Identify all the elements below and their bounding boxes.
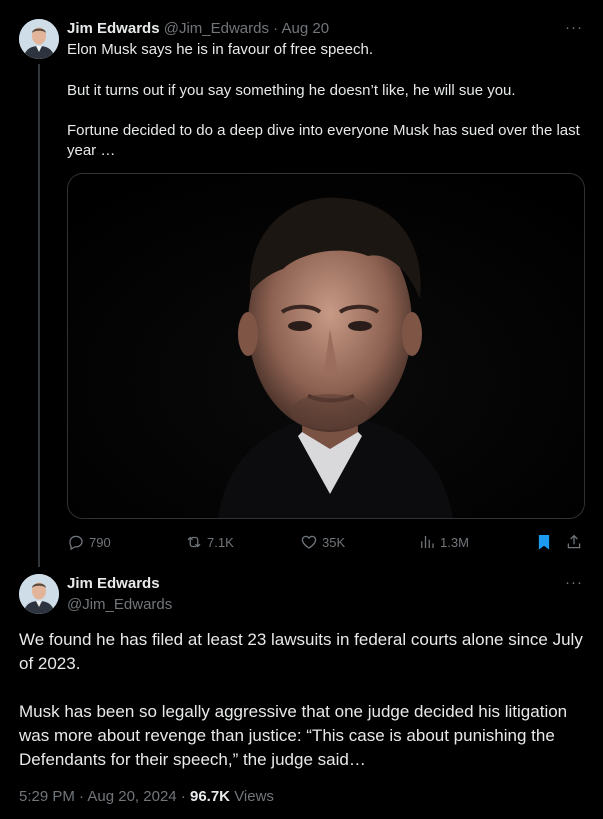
views-label: Views (234, 788, 274, 805)
repost-button[interactable]: 7.1K (185, 531, 234, 553)
repost-icon (187, 536, 201, 548)
views-total: 96.7K (189, 788, 231, 805)
author-avatar[interactable] (19, 19, 59, 59)
author-avatar[interactable] (19, 574, 59, 614)
like-icon (301, 535, 317, 549)
meta-separator: · (180, 788, 186, 805)
more-options-button[interactable]: ··· (565, 18, 583, 38)
tweet-text-paragraph: Musk has been so legally aggressive that… (19, 702, 568, 769)
tweet-media-image[interactable] (67, 173, 585, 519)
tweet-time[interactable]: 5:29 PM (19, 788, 75, 805)
like-count: 35K (322, 534, 346, 550)
tweet-text-paragraph: Elon Musk says he is in favour of free s… (67, 41, 373, 58)
bookmark-button[interactable] (535, 531, 553, 553)
tweet-action-bar: 790 7.1K 35K 1.3M (67, 531, 585, 553)
tweet-thread: Jim Edwards @Jim_Edwards · Aug 20 ··· El… (0, 0, 603, 819)
views-button[interactable]: 1.3M (418, 531, 469, 553)
tweet-header: Jim Edwards @Jim_Edwards · Aug 20 (67, 19, 329, 39)
share-icon (567, 534, 581, 549)
tweet-metadata: 5:29 PM · Aug 20, 2024 · 96.7K Views (19, 787, 274, 807)
reply-button[interactable]: 790 (67, 531, 111, 553)
repost-count: 7.1K (207, 534, 234, 550)
avatar-portrait-icon (19, 574, 59, 614)
portrait-photo (68, 174, 584, 518)
author-handle[interactable]: @Jim_Edwards (164, 20, 269, 37)
reply-icon (69, 535, 83, 551)
avatar-portrait-icon (19, 19, 59, 59)
like-button[interactable]: 35K (300, 531, 345, 553)
more-options-button[interactable]: ··· (565, 573, 583, 593)
tweet-text-paragraph: Fortune decided to do a deep dive into e… (67, 122, 580, 159)
reply-count: 790 (89, 534, 111, 550)
bookmark-icon (538, 534, 550, 550)
views-icon (421, 536, 434, 548)
meta-separator: · (79, 788, 85, 805)
views-count: 1.3M (440, 534, 469, 550)
header-separator: · (273, 20, 279, 37)
author-handle[interactable]: @Jim_Edwards (67, 595, 172, 615)
author-name[interactable]: Jim Edwards (67, 20, 160, 37)
author-name[interactable]: Jim Edwards (67, 574, 160, 594)
tweet-full-date[interactable]: Aug 20, 2024 (87, 788, 176, 805)
tweet-text-paragraph: We found he has filed at least 23 lawsui… (19, 630, 583, 673)
tweet-date[interactable]: Aug 20 (282, 20, 330, 37)
tweet-text-paragraph: But it turns out if you say something he… (67, 82, 516, 99)
thread-connector-line (38, 64, 40, 567)
share-button[interactable] (565, 531, 583, 553)
